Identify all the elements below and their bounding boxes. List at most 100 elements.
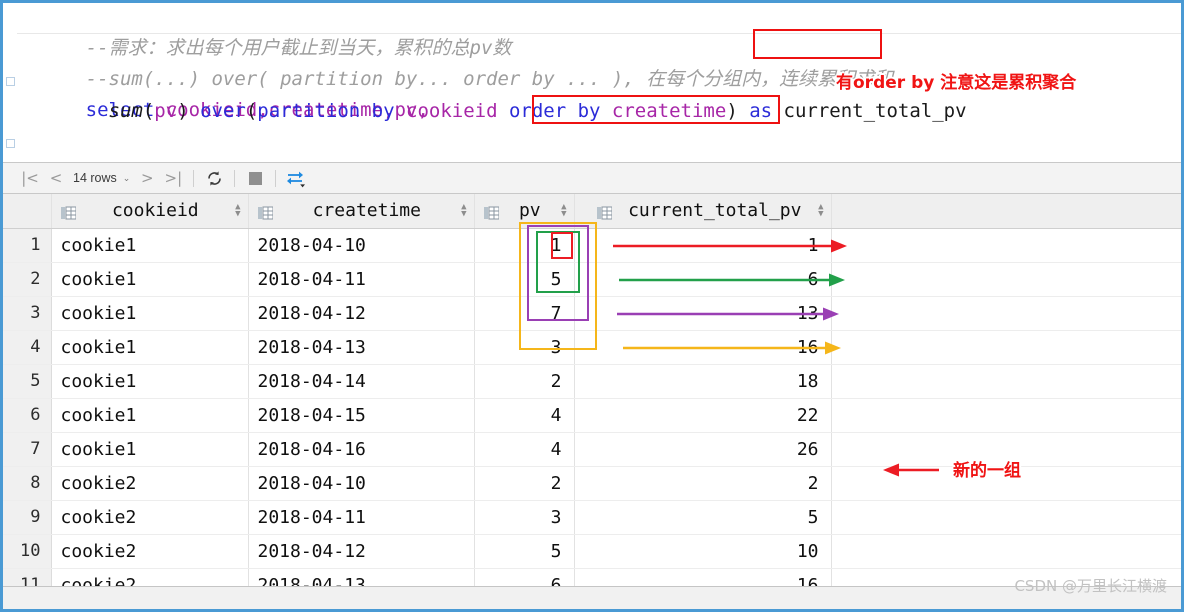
cell-createtime[interactable]: 2018-04-11 xyxy=(248,262,475,297)
cell-row-number: 8 xyxy=(3,466,52,501)
cell-current-total-pv[interactable]: 2 xyxy=(574,466,832,501)
code-token-function: sum xyxy=(108,100,143,122)
header-label: pv xyxy=(518,200,541,222)
last-page-button[interactable]: >| xyxy=(160,166,186,190)
code-fold-marker-select[interactable] xyxy=(6,77,15,86)
cell-pv[interactable]: 2 xyxy=(474,364,575,399)
cell-filler xyxy=(831,534,1181,569)
sort-arrows-icon[interactable]: ▲ ▼ xyxy=(561,202,566,218)
code-token-punct: ) xyxy=(177,100,201,122)
cell-current-total-pv[interactable]: 22 xyxy=(574,398,832,433)
first-page-button[interactable]: |< xyxy=(17,166,43,190)
table-row[interactable]: 1 cookie1 2018-04-10 1 1 xyxy=(3,228,1181,263)
header-cookieid[interactable]: cookieid ▲ ▼ xyxy=(51,194,249,229)
cell-current-total-pv[interactable]: 10 xyxy=(574,534,832,569)
result-grid[interactable]: cookieid ▲ ▼ createtime ▲ ▼ pv ▲ ▼ curre… xyxy=(3,194,1181,586)
cell-createtime[interactable]: 2018-04-14 xyxy=(248,364,475,399)
table-row[interactable]: 6 cookie1 2018-04-15 4 22 xyxy=(3,398,1181,433)
cell-pv[interactable]: 2 xyxy=(474,466,575,501)
cell-current-total-pv[interactable]: 13 xyxy=(574,296,832,331)
column-type-icon xyxy=(257,204,273,220)
result-table: cookieid ▲ ▼ createtime ▲ ▼ pv ▲ ▼ curre… xyxy=(3,194,1181,586)
code-token-keyword: over xyxy=(200,100,246,122)
horizontal-scrollbar[interactable] xyxy=(3,586,1181,609)
row-count-dropdown[interactable]: 14 rows ⌄ xyxy=(69,171,134,185)
refresh-icon[interactable] xyxy=(201,166,227,190)
stop-icon[interactable] xyxy=(242,166,268,190)
cell-cookieid[interactable]: cookie1 xyxy=(51,228,249,263)
cell-current-total-pv[interactable]: 6 xyxy=(574,262,832,297)
sql-editor-pane[interactable]: --需求：求出每个用户截止到当天，累积的总pv数 --sum(...) over… xyxy=(3,3,1181,183)
code-token-punct: ) xyxy=(726,100,750,122)
sort-arrows-icon[interactable]: ▲ ▼ xyxy=(461,202,466,218)
cell-pv[interactable]: 3 xyxy=(474,330,575,365)
cell-createtime[interactable]: 2018-04-10 xyxy=(248,466,475,501)
cell-createtime[interactable]: 2018-04-13 xyxy=(248,568,475,586)
cell-row-number: 4 xyxy=(3,330,52,365)
cell-pv[interactable]: 3 xyxy=(474,500,575,535)
cell-pv[interactable]: 5 xyxy=(474,262,575,297)
cell-cookieid[interactable]: cookie1 xyxy=(51,330,249,365)
cell-createtime[interactable]: 2018-04-12 xyxy=(248,534,475,569)
cell-pv[interactable]: 4 xyxy=(474,398,575,433)
cell-createtime[interactable]: 2018-04-16 xyxy=(248,432,475,467)
header-current-total-pv[interactable]: current_total_pv ▲ ▼ xyxy=(574,194,832,229)
code-line-select: select cookieid,createtime,pv, xyxy=(17,65,429,121)
code-token-punct: ( xyxy=(142,100,155,122)
cell-cookieid[interactable]: cookie1 xyxy=(51,398,249,433)
cell-row-number: 7 xyxy=(3,432,52,467)
transpose-icon[interactable] xyxy=(283,166,309,190)
cell-createtime[interactable]: 2018-04-11 xyxy=(248,500,475,535)
code-line-sum-over: sum(pv) over(partition by cookieid order… xyxy=(17,96,967,126)
header-createtime[interactable]: createtime ▲ ▼ xyxy=(248,194,475,229)
cell-createtime[interactable]: 2018-04-10 xyxy=(248,228,475,263)
cell-current-total-pv[interactable]: 26 xyxy=(574,432,832,467)
cell-cookieid[interactable]: cookie2 xyxy=(51,466,249,501)
table-row[interactable]: 7 cookie1 2018-04-16 4 26 xyxy=(3,432,1181,467)
cell-filler xyxy=(831,364,1181,399)
header-pv[interactable]: pv ▲ ▼ xyxy=(474,194,575,229)
code-token-identifier: pv xyxy=(154,100,178,122)
cell-cookieid[interactable]: cookie1 xyxy=(51,296,249,331)
cell-current-total-pv[interactable]: 16 xyxy=(574,330,832,365)
cell-pv[interactable]: 1 xyxy=(474,228,575,263)
cell-pv[interactable]: 7 xyxy=(474,296,575,331)
cell-createtime[interactable]: 2018-04-13 xyxy=(248,330,475,365)
cell-cookieid[interactable]: cookie1 xyxy=(51,432,249,467)
header-rownum xyxy=(3,194,52,229)
table-row[interactable]: 3 cookie1 2018-04-12 7 13 xyxy=(3,296,1181,331)
prev-page-button[interactable]: < xyxy=(43,166,69,190)
cell-row-number: 1 xyxy=(3,228,52,263)
table-row[interactable]: 8 cookie2 2018-04-10 2 2 xyxy=(3,466,1181,501)
sort-arrows-icon[interactable]: ▲ ▼ xyxy=(235,202,240,218)
toolbar-divider xyxy=(193,169,195,187)
table-row[interactable]: 5 cookie1 2018-04-14 2 18 xyxy=(3,364,1181,399)
cell-createtime[interactable]: 2018-04-15 xyxy=(248,398,475,433)
sort-arrows-icon[interactable]: ▲ ▼ xyxy=(818,202,823,218)
table-row[interactable]: 9 cookie2 2018-04-11 3 5 xyxy=(3,500,1181,535)
table-row[interactable]: 2 cookie1 2018-04-11 5 6 xyxy=(3,262,1181,297)
cell-cookieid[interactable]: cookie2 xyxy=(51,534,249,569)
cell-cookieid[interactable]: cookie2 xyxy=(51,568,249,586)
code-token-indent xyxy=(17,100,109,122)
cell-cookieid[interactable]: cookie2 xyxy=(51,500,249,535)
next-page-button[interactable]: > xyxy=(134,166,160,190)
table-row[interactable]: 10 cookie2 2018-04-12 5 10 xyxy=(3,534,1181,569)
column-type-icon xyxy=(60,204,76,220)
table-row[interactable]: 11 cookie2 2018-04-13 6 16 xyxy=(3,568,1181,586)
cell-current-total-pv[interactable]: 5 xyxy=(574,500,832,535)
cell-filler xyxy=(831,262,1181,297)
table-row[interactable]: 4 cookie1 2018-04-13 3 16 xyxy=(3,330,1181,365)
row-count-label: 14 rows xyxy=(73,171,117,185)
code-fold-marker-from[interactable] xyxy=(6,139,15,148)
cell-current-total-pv[interactable]: 1 xyxy=(574,228,832,263)
cell-createtime[interactable]: 2018-04-12 xyxy=(248,296,475,331)
cell-pv[interactable]: 6 xyxy=(474,568,575,586)
cell-cookieid[interactable]: cookie1 xyxy=(51,262,249,297)
cell-pv[interactable]: 4 xyxy=(474,432,575,467)
cell-cookieid[interactable]: cookie1 xyxy=(51,364,249,399)
cell-pv[interactable]: 5 xyxy=(474,534,575,569)
cell-current-total-pv[interactable]: 18 xyxy=(574,364,832,399)
cell-current-total-pv[interactable]: 16 xyxy=(574,568,832,586)
code-token-alias: current_total_pv xyxy=(783,100,967,122)
